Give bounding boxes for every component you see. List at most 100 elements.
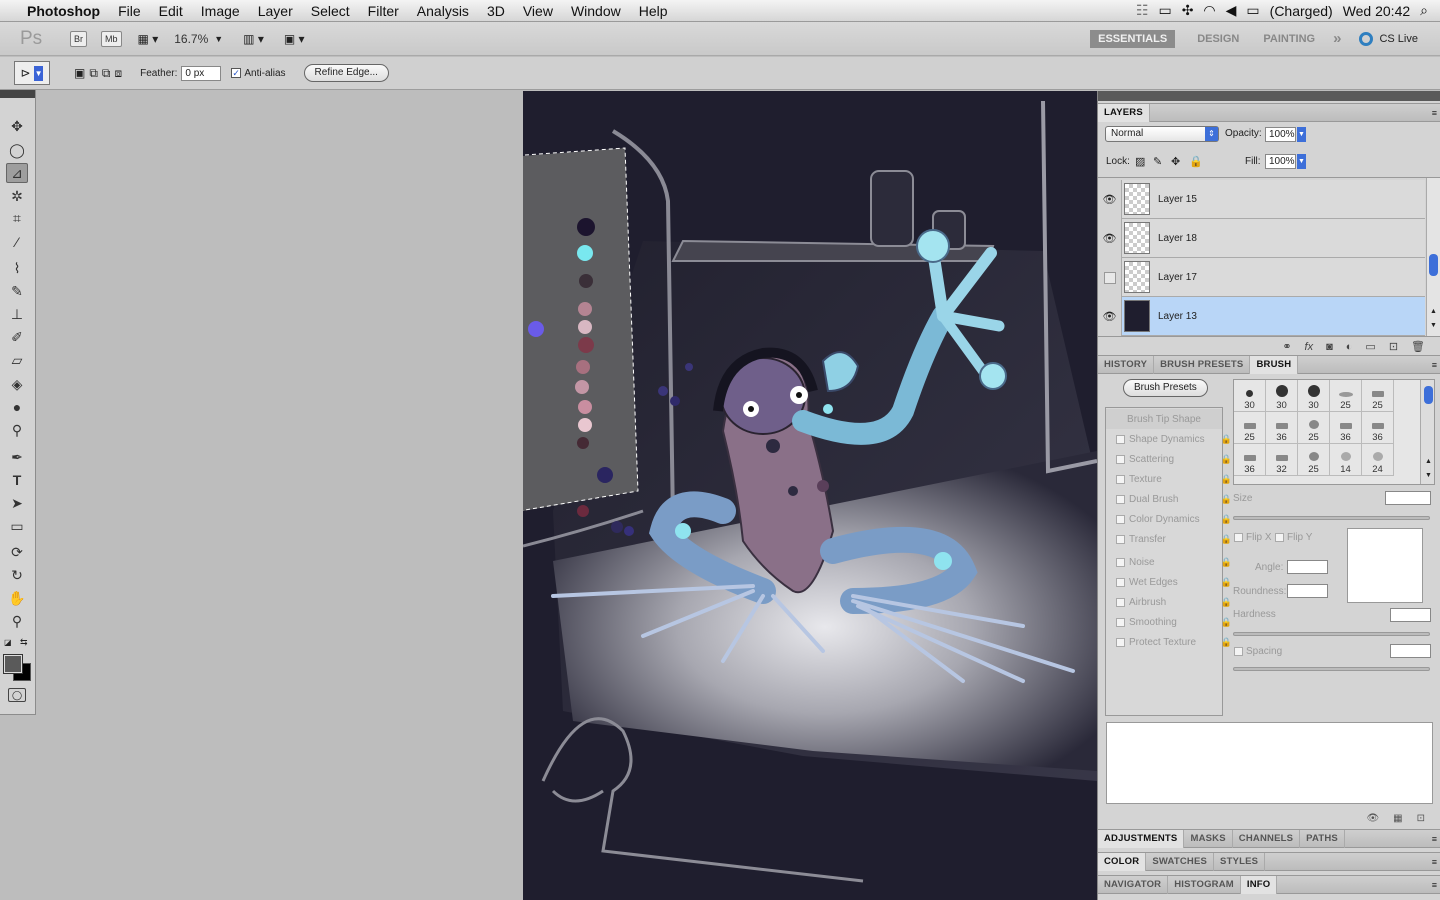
lock-icon[interactable]: 🔒 [1221, 494, 1232, 505]
tab-color[interactable]: COLOR [1098, 852, 1147, 871]
move-tool-icon[interactable]: ✥ [6, 116, 28, 136]
spaces-icon[interactable]: ☷ [1136, 2, 1149, 19]
visibility-toggle-empty[interactable] [1098, 258, 1122, 297]
option-checkbox[interactable] [1116, 534, 1125, 544]
lock-icon[interactable]: 🔒 [1221, 474, 1232, 485]
brush-tip[interactable]: 30 [1298, 380, 1330, 412]
antialias-checkbox[interactable]: ✓ [231, 68, 242, 78]
tab-layers[interactable]: LAYERS [1098, 103, 1150, 122]
tab-histogram[interactable]: HISTOGRAM [1168, 875, 1241, 894]
type-tool-icon[interactable]: T [6, 470, 28, 490]
brush-tip[interactable]: 25 [1330, 380, 1362, 412]
zoom-dropdown-icon[interactable]: ▼ [214, 34, 223, 44]
open-preset-manager-icon[interactable]: ▦ [1393, 813, 1402, 824]
brush-option-row[interactable]: Noise 🔒 [1114, 552, 1238, 572]
menu-filter[interactable]: Filter [359, 3, 408, 19]
brush-tip[interactable]: 24 [1362, 444, 1394, 476]
document-canvas[interactable] [523, 91, 1097, 900]
fill-dropdown-icon[interactable]: ▼ [1297, 154, 1306, 169]
launch-bridge-button[interactable]: Br [70, 30, 87, 47]
default-colors-icon[interactable]: ◪ [4, 638, 12, 647]
lock-icon[interactable]: 🔒 [1221, 597, 1232, 608]
layer-row[interactable]: Layer 17 [1122, 258, 1425, 297]
brush-tip[interactable]: 36 [1330, 412, 1362, 444]
create-new-brush-icon[interactable]: ⊡ [1417, 813, 1425, 824]
3d-orbit-tool-icon[interactable]: ↻ [6, 565, 28, 585]
blend-mode-select[interactable]: Normal ⇕ [1105, 126, 1219, 142]
fill-input[interactable]: 100% [1265, 154, 1296, 169]
option-checkbox[interactable] [1116, 494, 1125, 504]
brush-option-row[interactable]: Shape Dynamics 🔒 [1114, 429, 1238, 449]
paint-bucket-tool-icon[interactable]: ◈ [6, 374, 28, 394]
eraser-tool-icon[interactable]: ▱ [6, 350, 28, 370]
add-mask-icon[interactable]: ◙ [1326, 341, 1333, 353]
workspace-essentials[interactable]: ESSENTIALS [1090, 29, 1176, 48]
menu-3d[interactable]: 3D [478, 3, 514, 19]
navigator-menu-icon[interactable]: ≡ [1432, 880, 1437, 890]
roundness-input[interactable] [1287, 584, 1328, 598]
size-slider[interactable] [1233, 516, 1430, 520]
brush-tip[interactable]: 30 [1266, 380, 1298, 412]
menu-edit[interactable]: Edit [150, 3, 192, 19]
option-checkbox[interactable] [1116, 597, 1125, 607]
layer-row-selected[interactable]: Layer 13 [1122, 297, 1425, 336]
adjustments-menu-icon[interactable]: ≡ [1432, 834, 1437, 844]
polygonal-lasso-tool-icon[interactable]: ⊿ [6, 163, 28, 183]
brush-tip[interactable]: 14 [1330, 444, 1362, 476]
new-layer-icon[interactable]: ⊡ [1389, 340, 1398, 353]
angle-roundness-preview[interactable] [1347, 528, 1423, 603]
lock-icon[interactable]: 🔒 [1221, 617, 1232, 628]
magic-wand-tool-icon[interactable]: ✲ [6, 186, 28, 206]
spacing-checkbox[interactable] [1234, 647, 1243, 656]
battery-icon[interactable]: ▭ [1246, 2, 1259, 19]
layers-scrollbar[interactable]: ▲ ▼ [1426, 178, 1440, 337]
clone-stamp-tool-icon[interactable]: ⊥ [6, 304, 28, 324]
option-checkbox[interactable] [1116, 514, 1125, 524]
tab-history[interactable]: HISTORY [1098, 355, 1155, 374]
lock-icon[interactable]: 🔒 [1221, 577, 1232, 588]
flipx-checkbox[interactable] [1234, 533, 1243, 542]
lock-icon[interactable]: 🔒 [1221, 434, 1232, 445]
option-checkbox[interactable] [1116, 434, 1125, 444]
volume-icon[interactable]: ◀ [1226, 2, 1237, 19]
clock[interactable]: Wed 20:42 [1343, 3, 1410, 19]
wifi-icon[interactable]: ◠ [1203, 2, 1215, 19]
menu-view[interactable]: View [514, 3, 562, 19]
visibility-eye-icon[interactable]: 👁 [1098, 219, 1122, 258]
lock-position-icon[interactable]: ✥ [1171, 155, 1180, 168]
subtract-selection-icon[interactable]: ⧉ [102, 66, 111, 81]
hardness-slider[interactable] [1233, 632, 1430, 636]
lock-icon[interactable]: 🔒 [1221, 454, 1232, 465]
blur-tool-icon[interactable]: ● [6, 397, 28, 417]
lock-icon[interactable]: 🔒 [1221, 637, 1232, 648]
tab-swatches[interactable]: SWATCHES [1146, 852, 1215, 871]
brush-tip-grid[interactable]: 30 30 30 25 25 25 36 25 36 36 36 32 25 1… [1233, 379, 1435, 485]
menu-select[interactable]: Select [302, 3, 359, 19]
visibility-eye-icon[interactable]: 👁 [1098, 180, 1122, 219]
screen-mode-button[interactable]: ▣ ▾ [284, 32, 305, 46]
intersect-selection-icon[interactable]: ⧈ [115, 66, 123, 81]
swap-colors-icon[interactable]: ⇆ [20, 637, 28, 648]
eyedropper-tool-icon[interactable]: ⁄ [6, 232, 28, 252]
visibility-eye-icon[interactable]: 👁 [1098, 297, 1122, 336]
brush-tip[interactable]: 30 [1234, 380, 1266, 412]
brush-tip[interactable]: 36 [1266, 412, 1298, 444]
menu-layer[interactable]: Layer [249, 3, 302, 19]
view-extras-button[interactable]: ▦ ▾ [138, 32, 159, 46]
spacing-slider[interactable] [1233, 667, 1430, 671]
spacing-input[interactable] [1390, 644, 1431, 658]
lock-transparent-icon[interactable]: ▨ [1135, 155, 1145, 168]
layer-style-icon[interactable]: fx [1305, 341, 1314, 353]
app-menu[interactable]: Photoshop [18, 3, 109, 19]
display-icon[interactable]: ▭ [1158, 2, 1171, 19]
lock-all-icon[interactable]: 🔒 [1189, 155, 1203, 168]
tab-channels[interactable]: CHANNELS [1233, 829, 1301, 848]
menu-help[interactable]: Help [630, 3, 677, 19]
option-checkbox[interactable] [1116, 557, 1125, 567]
brush-option-row[interactable]: Smoothing 🔒 [1114, 612, 1238, 632]
opacity-input[interactable]: 100% [1265, 127, 1296, 142]
3d-rotate-tool-icon[interactable]: ⟳ [6, 542, 28, 562]
ellipse-marquee-tool-icon[interactable]: ◯ [6, 140, 28, 160]
brush-tip[interactable]: 25 [1234, 412, 1266, 444]
brush-tool-icon[interactable]: ✎ [6, 281, 28, 301]
